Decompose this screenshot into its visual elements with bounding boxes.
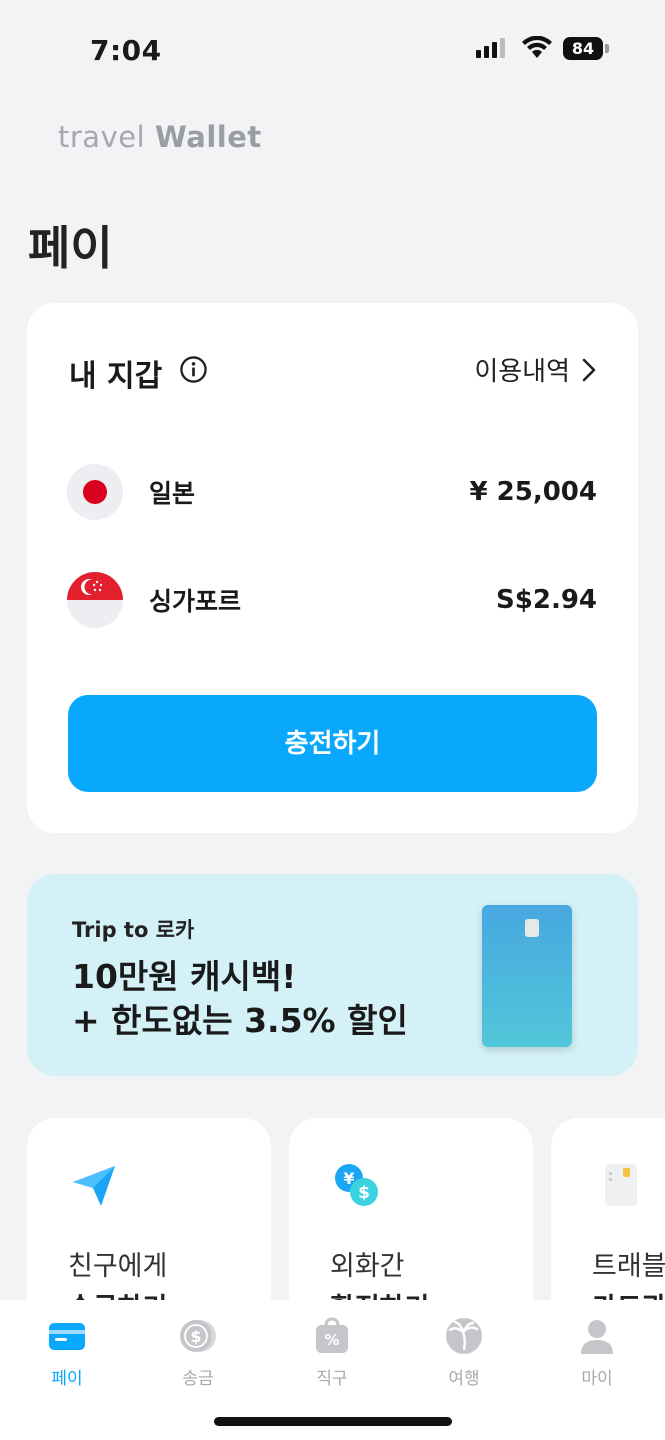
promo-banner[interactable]: Trip to 로카 10만원 캐시백! + 한도없는 3.5% 할인 bbox=[27, 874, 638, 1076]
coin-icon: $ bbox=[180, 1320, 216, 1352]
tab-remit[interactable]: $ 송금 bbox=[158, 1316, 238, 1389]
japan-flag-icon bbox=[67, 464, 123, 520]
tile-label-bold: 송금하기 bbox=[68, 1286, 167, 1300]
tile-label-bold: 환전하기 bbox=[330, 1286, 429, 1300]
battery-tip bbox=[605, 44, 609, 53]
tab-pay[interactable]: 페이 bbox=[27, 1316, 107, 1389]
tab-direct-purchase[interactable]: % 직구 bbox=[292, 1316, 372, 1389]
card-icon bbox=[49, 1323, 85, 1350]
tab-label: 페이 bbox=[51, 1369, 83, 1389]
wifi-icon bbox=[522, 36, 552, 58]
tile-card-manage[interactable]: 트래블 카드관리 bbox=[551, 1118, 665, 1300]
tile-exchange[interactable]: ¥ $ 외화간 환전하기 bbox=[289, 1118, 533, 1300]
shopping-bag-percent-icon: % bbox=[316, 1317, 348, 1353]
brand-bold: Wallet bbox=[154, 120, 262, 154]
tab-travel[interactable]: 여행 bbox=[424, 1316, 504, 1389]
svg-text:%: % bbox=[324, 1331, 339, 1349]
tile-label: 외화간 bbox=[330, 1251, 405, 1282]
palm-tree-icon bbox=[446, 1318, 482, 1354]
currency-row-japan[interactable]: 일본 ¥ 25,004 bbox=[67, 464, 597, 520]
cellular-signal-icon bbox=[476, 38, 505, 58]
tab-label: 여행 bbox=[448, 1369, 480, 1389]
currency-name: 일본 bbox=[149, 479, 196, 508]
travel-card-image bbox=[482, 905, 572, 1047]
tab-label: 송금 bbox=[182, 1369, 214, 1389]
tile-label: 친구에게 bbox=[68, 1251, 168, 1282]
svg-text:$: $ bbox=[190, 1327, 201, 1346]
chevron-right-icon bbox=[582, 358, 596, 381]
currency-amount: S$2.94 bbox=[496, 585, 597, 615]
charge-button[interactable]: 충전하기 bbox=[68, 695, 597, 792]
currency-exchange-icon: ¥ $ bbox=[335, 1164, 378, 1206]
tab-label: 직구 bbox=[316, 1369, 348, 1389]
home-indicator bbox=[214, 1417, 452, 1426]
tab-my[interactable]: 마이 bbox=[557, 1316, 637, 1389]
brand-logo: travel Wallet bbox=[58, 120, 262, 154]
brand-light: travel bbox=[58, 120, 155, 154]
currency-row-singapore[interactable]: 싱가포르 S$2.94 bbox=[67, 572, 597, 628]
battery-icon: 84 bbox=[563, 37, 603, 60]
tile-send-money[interactable]: 친구에게 송금하기 bbox=[27, 1118, 271, 1300]
card-chip bbox=[525, 919, 539, 937]
tile-label-bold: 카드관리 bbox=[592, 1286, 665, 1300]
info-icon[interactable] bbox=[179, 355, 208, 384]
page-title: 페이 bbox=[28, 221, 113, 275]
person-icon bbox=[581, 1320, 613, 1354]
promo-headline-2: + 한도없는 3.5% 할인 bbox=[72, 1001, 408, 1040]
tab-label: 마이 bbox=[581, 1369, 613, 1389]
status-bar: 7:04 84 bbox=[0, 0, 665, 100]
paper-plane-icon bbox=[73, 1166, 115, 1206]
feature-tiles: 친구에게 송금하기 ¥ $ 외화간 환전하기 트래블 카드관리 bbox=[0, 1118, 665, 1300]
promo-headline-1: 10만원 캐시백! bbox=[72, 957, 297, 996]
wallet-card: 내 지갑 이용내역 일본 ¥ 25,004 싱가포르 S$2.94 충전하기 bbox=[27, 303, 638, 833]
tile-label: 트래블 bbox=[592, 1251, 665, 1282]
history-link[interactable]: 이용내역 bbox=[474, 351, 598, 388]
svg-text:$: $ bbox=[358, 1183, 370, 1203]
card-icon bbox=[605, 1164, 637, 1206]
currency-amount: ¥ 25,004 bbox=[469, 477, 597, 507]
currency-name: 싱가포르 bbox=[149, 587, 242, 616]
promo-subtitle: Trip to 로카 bbox=[72, 918, 195, 942]
history-label: 이용내역 bbox=[474, 357, 570, 387]
wallet-title: 내 지갑 bbox=[69, 359, 163, 394]
status-time: 7:04 bbox=[90, 34, 162, 67]
singapore-flag-icon bbox=[67, 572, 123, 628]
